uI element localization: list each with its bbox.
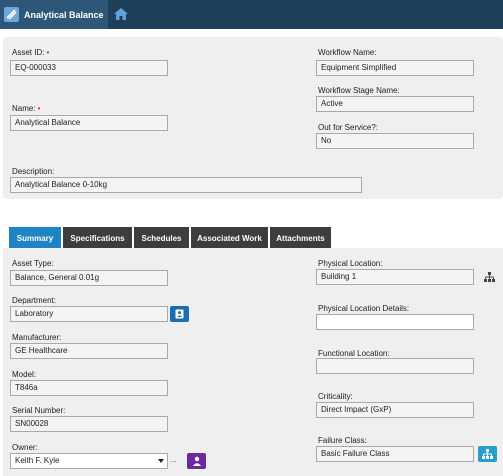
physical-location-label: Physical Location: — [318, 259, 383, 268]
asset-type-label: Asset Type: — [12, 259, 54, 268]
owner-label: Owner: — [12, 443, 38, 452]
serial-number-field[interactable]: SN00028 — [10, 416, 168, 432]
home-icon[interactable] — [114, 8, 128, 20]
tab-bar: Summary Specifications Schedules Associa… — [9, 227, 333, 249]
failure-hierarchy-icon[interactable] — [478, 446, 497, 462]
physical-location-field[interactable]: Building 1 — [316, 269, 474, 285]
physical-location-details-field[interactable] — [316, 314, 474, 330]
tab-schedules[interactable]: Schedules — [134, 227, 189, 249]
description-field[interactable]: Analytical Balance 0-10kg — [10, 177, 362, 193]
asset-id-label: Asset ID: • — [12, 48, 50, 57]
owner-more-button[interactable]: ... — [170, 455, 177, 464]
chevron-down-icon — [158, 459, 164, 463]
top-bar: Analytical Balance — [0, 0, 503, 29]
functional-location-label: Functional Location: — [318, 349, 390, 358]
department-label: Department: — [12, 296, 57, 305]
department-field[interactable]: Laboratory — [10, 306, 168, 322]
app-tile[interactable]: Analytical Balance — [0, 0, 108, 29]
criticality-label: Criticality: — [318, 392, 353, 401]
app-title: Analytical Balance — [24, 9, 104, 20]
out-of-service-field[interactable]: No — [316, 133, 474, 149]
failure-class-label: Failure Class: — [318, 436, 367, 445]
balance-logo-icon — [4, 7, 19, 22]
asset-type-field[interactable]: Balance, General 0.01g — [10, 270, 168, 286]
workflow-name-field: Equipment Simplified — [316, 60, 474, 76]
workflow-name-label: Workflow Name: — [318, 48, 377, 57]
name-field[interactable]: Analytical Balance — [10, 115, 168, 131]
failure-class-field[interactable]: Basic Failure Class — [316, 446, 474, 462]
physical-location-details-label: Physical Location Details: — [318, 304, 410, 313]
contact-card-icon[interactable] — [170, 306, 189, 322]
owner-value: Keith F. Kyle — [15, 456, 60, 465]
tab-associated-work[interactable]: Associated Work — [191, 227, 268, 249]
person-icon[interactable] — [187, 453, 206, 469]
required-mark: • — [37, 104, 41, 113]
serial-number-label: Serial Number: — [12, 406, 66, 415]
name-label: Name: • — [12, 104, 41, 113]
functional-location-field[interactable] — [316, 358, 474, 374]
workflow-stage-field: Active — [316, 96, 474, 112]
owner-select[interactable]: Keith F. Kyle — [10, 453, 168, 469]
model-label: Model: — [12, 370, 37, 379]
tab-summary[interactable]: Summary — [9, 227, 61, 249]
tab-attachments[interactable]: Attachments — [270, 227, 331, 249]
manufacturer-field[interactable]: GE Healthcare — [10, 343, 168, 359]
manufacturer-label: Manufacturer: — [12, 333, 62, 342]
asset-id-field[interactable]: EQ-000033 — [10, 60, 168, 76]
tab-specifications[interactable]: Specifications — [63, 227, 132, 249]
required-mark: • — [46, 48, 50, 57]
hierarchy-icon[interactable] — [480, 269, 499, 285]
workflow-stage-label: Workflow Stage Name: — [318, 86, 400, 95]
criticality-field[interactable]: Direct Impact (GxP) — [316, 402, 474, 418]
description-label: Description: — [12, 167, 55, 176]
model-field[interactable]: T846a — [10, 380, 168, 396]
out-of-service-label: Out for Service?: — [318, 123, 379, 132]
